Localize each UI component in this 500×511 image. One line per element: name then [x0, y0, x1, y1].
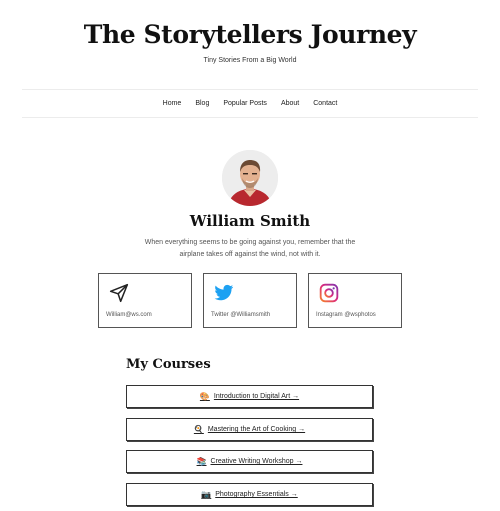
nav-home[interactable]: Home — [156, 100, 189, 107]
twitter-icon — [214, 284, 234, 301]
course-label: Introduction to Digital Art → — [213, 393, 300, 400]
frying-pan-icon: 🍳 — [193, 425, 204, 434]
author-name: William Smith — [189, 212, 311, 230]
site-tagline: Tiny Stories From a Big World — [203, 57, 297, 64]
camera-icon: 📷 — [201, 490, 212, 499]
courses-heading: My Courses — [126, 357, 211, 372]
instagram-card[interactable]: Instagram @wsphotos — [308, 273, 402, 328]
course-writing-button[interactable]: 📚 Creative Writing Workshop → — [126, 450, 373, 473]
nav-about[interactable]: About — [274, 100, 306, 107]
author-avatar — [222, 150, 278, 206]
instagram-label: Instagram @wsphotos — [316, 312, 376, 318]
course-label: Photography Essentials → — [215, 491, 298, 498]
palette-icon: 🎨 — [199, 392, 210, 401]
course-photography-button[interactable]: 📷 Photography Essentials → — [126, 483, 373, 506]
email-label: William@ws.com — [106, 312, 152, 318]
instagram-icon — [319, 283, 339, 303]
twitter-card[interactable]: Twitter @Williamsmith — [203, 273, 297, 328]
nav-blog[interactable]: Blog — [188, 100, 216, 107]
twitter-label: Twitter @Williamsmith — [211, 312, 271, 318]
email-card[interactable]: William@ws.com — [98, 273, 192, 328]
course-digital-art-button[interactable]: 🎨 Introduction to Digital Art → — [126, 385, 373, 408]
course-label: Mastering the Art of Cooking → — [207, 426, 306, 433]
author-bio: When everything seems to be going agains… — [144, 239, 356, 258]
nav-contact[interactable]: Contact — [306, 100, 344, 107]
course-cooking-button[interactable]: 🍳 Mastering the Art of Cooking → — [126, 418, 373, 441]
paper-plane-icon — [109, 283, 129, 303]
nav-popular-posts[interactable]: Popular Posts — [216, 100, 274, 107]
contact-cards: William@ws.com Twitter @Williamsmith Ins… — [98, 273, 403, 329]
books-icon: 📚 — [196, 457, 207, 466]
course-label: Creative Writing Workshop → — [210, 458, 303, 465]
site-title[interactable]: The Storytellers Journey — [0, 20, 500, 49]
main-navigation: Home Blog Popular Posts About Contact — [22, 89, 478, 118]
avatar-photo — [222, 150, 278, 206]
